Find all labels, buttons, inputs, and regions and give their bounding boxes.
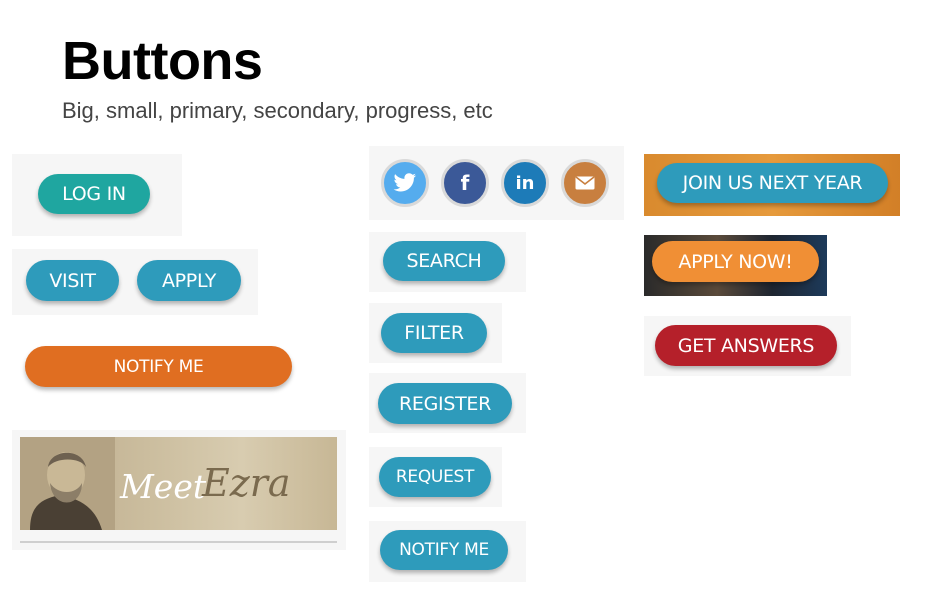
envelope-glyph bbox=[575, 176, 595, 190]
register-button[interactable]: REGISTER bbox=[378, 383, 512, 424]
email-icon[interactable] bbox=[561, 159, 609, 207]
apply-now-button[interactable]: APPLY NOW! bbox=[652, 241, 819, 282]
page-title: Buttons bbox=[62, 31, 263, 91]
filter-button[interactable]: FILTER bbox=[381, 313, 487, 353]
get-answers-button[interactable]: GET ANSWERS bbox=[655, 325, 837, 366]
twitter-bird-glyph bbox=[393, 173, 417, 192]
twitter-icon[interactable] bbox=[381, 159, 429, 207]
meet-ezra-banner[interactable]: Meet Ezra bbox=[20, 437, 337, 530]
banner-divider bbox=[20, 541, 337, 543]
visit-button[interactable]: VISIT bbox=[26, 260, 119, 301]
apply-button[interactable]: APPLY bbox=[137, 260, 241, 301]
search-button[interactable]: SEARCH bbox=[383, 241, 505, 281]
page-subtitle: Big, small, primary, secondary, progress… bbox=[62, 98, 493, 123]
notify-me-wide-button[interactable]: NOTIFY ME bbox=[25, 346, 292, 387]
join-us-next-year-button[interactable]: JOIN US NEXT YEAR bbox=[657, 163, 888, 203]
portrait-image bbox=[20, 437, 115, 530]
request-button[interactable]: REQUEST bbox=[379, 457, 491, 497]
login-button[interactable]: LOG IN bbox=[38, 174, 150, 214]
banner-name-text: Ezra bbox=[202, 461, 291, 505]
banner-meet-text: Meet bbox=[120, 467, 207, 506]
notify-me-button[interactable]: NOTIFY ME bbox=[380, 530, 508, 570]
facebook-icon[interactable]: f bbox=[441, 159, 489, 207]
linkedin-icon[interactable]: in bbox=[501, 159, 549, 207]
